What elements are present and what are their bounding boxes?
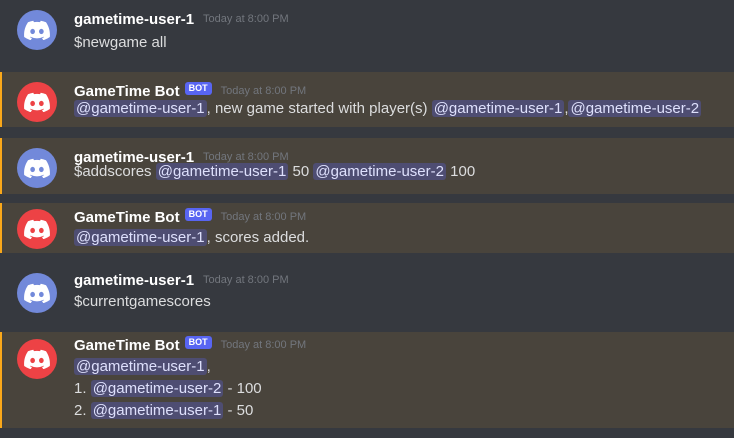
message-text: $currentgamescores <box>74 293 211 310</box>
timestamp[interactable]: Today at 8:00 PM <box>221 339 307 351</box>
message-header: GameTime Bot BOT Today at 8:00 PM <box>74 335 306 355</box>
message-text: $newgame all <box>74 34 167 51</box>
message-content: @gametime-user-1, new game started with … <box>74 98 702 120</box>
user-mention[interactable]: @gametime-user-1 <box>155 163 289 180</box>
message-content: $newgame all <box>74 32 167 54</box>
avatar[interactable] <box>17 209 57 249</box>
bot-tag: BOT <box>184 81 212 95</box>
discord-logo-icon <box>24 20 50 40</box>
list-number: 1. <box>74 380 91 397</box>
message-header: GameTime Bot BOT Today at 8:00 PM <box>74 207 306 227</box>
avatar[interactable] <box>17 273 57 313</box>
discord-logo-icon <box>24 92 50 112</box>
username[interactable]: gametime-user-1 <box>74 11 194 28</box>
score-list-item: 2. @gametime-user-1 - 50 <box>74 400 262 422</box>
message-content: $currentgamescores <box>74 291 211 313</box>
username[interactable]: GameTime Bot <box>74 337 180 354</box>
discord-logo-icon <box>24 219 50 239</box>
chat-messages: gametime-user-1 Today at 8:00 PM $newgam… <box>0 0 734 438</box>
chat-message: GameTime Bot BOT Today at 8:00 PM @gamet… <box>0 72 734 127</box>
username[interactable]: GameTime Bot <box>74 209 180 226</box>
chat-message: gametime-user-1 Today at 8:00 PM $curren… <box>0 264 734 328</box>
timestamp[interactable]: Today at 8:00 PM <box>221 211 307 223</box>
bot-tag: BOT <box>184 335 212 349</box>
timestamp[interactable]: Today at 8:00 PM <box>203 13 289 25</box>
message-line: @gametime-user-1, <box>74 356 262 378</box>
score-text: - 50 <box>223 402 254 419</box>
command-text: $addscores <box>74 163 156 180</box>
username[interactable]: GameTime Bot <box>74 83 180 100</box>
discord-logo-icon <box>24 283 50 303</box>
score-text: - 100 <box>223 380 262 397</box>
message-content: $addscores @gametime-user-1 50 @gametime… <box>74 161 475 183</box>
score-list-item: 1. @gametime-user-2 - 100 <box>74 378 262 400</box>
avatar[interactable] <box>17 82 57 122</box>
user-mention[interactable]: @gametime-user-1 <box>431 100 565 117</box>
user-mention[interactable]: @gametime-user-2 <box>568 100 702 117</box>
avatar[interactable] <box>17 10 57 50</box>
discord-logo-icon <box>24 349 50 369</box>
user-mention[interactable]: @gametime-user-1 <box>74 100 207 117</box>
avatar[interactable] <box>17 339 57 379</box>
message-header: gametime-user-1 Today at 8:00 PM <box>74 9 289 29</box>
user-mention[interactable]: @gametime-user-1 <box>74 229 207 246</box>
bot-tag: BOT <box>184 207 212 221</box>
chat-message: gametime-user-1 Today at 8:00 PM $addsco… <box>0 138 734 194</box>
score-text: 50 <box>288 163 314 180</box>
message-header: gametime-user-1 Today at 8:00 PM <box>74 270 289 290</box>
timestamp[interactable]: Today at 8:00 PM <box>203 274 289 286</box>
message-text: , new game started with player(s) <box>206 100 432 117</box>
discord-logo-icon <box>24 158 50 178</box>
username[interactable]: gametime-user-1 <box>74 272 194 289</box>
message-text: , <box>206 358 211 375</box>
user-mention[interactable]: @gametime-user-1 <box>74 358 207 375</box>
user-mention[interactable]: @gametime-user-2 <box>90 380 224 397</box>
message-text: , scores added. <box>206 229 310 246</box>
user-mention[interactable]: @gametime-user-1 <box>90 402 224 419</box>
message-content: @gametime-user-1, scores added. <box>74 227 309 249</box>
score-text: 100 <box>445 163 476 180</box>
list-number: 2. <box>74 402 91 419</box>
chat-message: GameTime Bot BOT Today at 8:00 PM @gamet… <box>0 203 734 253</box>
chat-message: GameTime Bot BOT Today at 8:00 PM @gamet… <box>0 332 734 428</box>
timestamp[interactable]: Today at 8:00 PM <box>221 85 307 97</box>
message-content: @gametime-user-1, 1. @gametime-user-2 - … <box>74 356 262 422</box>
user-mention[interactable]: @gametime-user-2 <box>313 163 446 180</box>
avatar[interactable] <box>17 148 57 188</box>
chat-message: gametime-user-1 Today at 8:00 PM $newgam… <box>0 0 734 72</box>
